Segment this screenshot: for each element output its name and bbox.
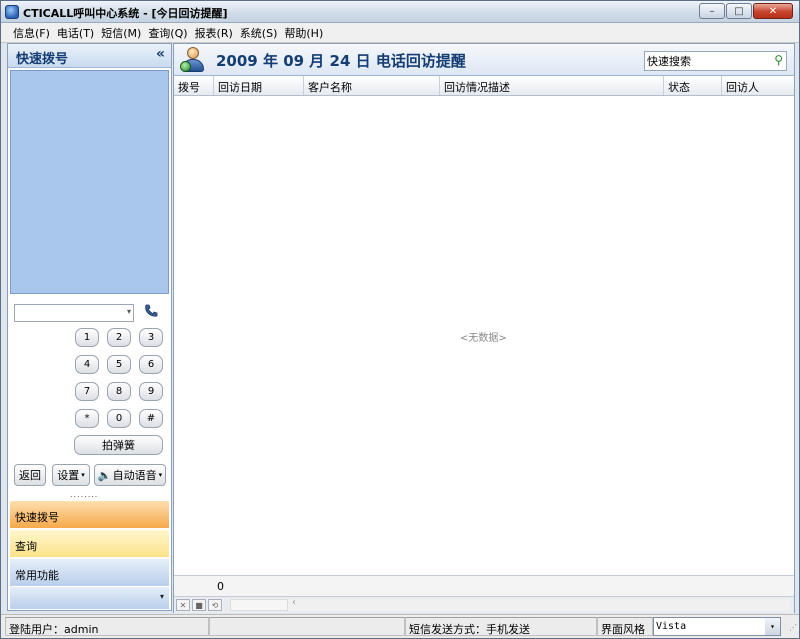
resize-grip-icon[interactable]: ⋰ xyxy=(789,623,797,632)
key-5[interactable]: 5 xyxy=(107,355,131,374)
maximize-button[interactable]: □ xyxy=(726,3,752,19)
grid-navigator: ✕ ■ ⟲ ‹ xyxy=(174,596,794,613)
chevron-down-icon: ▾ xyxy=(158,471,163,479)
key-7[interactable]: 7 xyxy=(75,382,99,401)
nav-common-functions[interactable]: 常用功能 xyxy=(10,558,169,586)
chevron-down-icon[interactable]: ▾ xyxy=(765,618,780,635)
status-spacer xyxy=(209,617,405,636)
stop-icon[interactable]: ■ xyxy=(192,599,206,611)
key-1[interactable]: 1 xyxy=(75,328,99,347)
search-icon[interactable]: ⚲ xyxy=(774,53,783,67)
dial-number-combo[interactable]: ▾ xyxy=(14,304,134,322)
chevron-down-icon: ▾ xyxy=(81,471,85,479)
hook-flash-button[interactable]: 拍弹簧 xyxy=(74,435,163,455)
chevron-down-icon[interactable]: ▾ xyxy=(127,307,131,316)
back-button[interactable]: 返回 xyxy=(14,464,46,486)
key-8[interactable]: 8 xyxy=(107,382,131,401)
menu-report[interactable]: 报表(R) xyxy=(195,25,233,41)
data-grid[interactable]: <无数据> xyxy=(174,97,794,575)
page-title: 2009 年 09 月 24 日 电话回访提醒 xyxy=(216,52,466,70)
quick-dial-header: 快速拨号 « xyxy=(8,44,171,68)
skin-label: 界面风格 xyxy=(597,617,653,636)
auto-voice-button[interactable]: 🔈 自动语音 ▾ xyxy=(94,464,166,486)
menu-sms[interactable]: 短信(M) xyxy=(101,25,141,41)
main-header: 2009 年 09 月 24 日 电话回访提醒 ⚲ xyxy=(174,44,794,76)
scrollbar-thumb[interactable] xyxy=(230,599,288,611)
minimize-button[interactable]: – xyxy=(699,3,725,19)
column-customer-name[interactable]: 客户名称 xyxy=(304,76,440,95)
empty-grid-text: <无数据> xyxy=(460,333,507,344)
status-bar: 登陆用户：admin 短信发送方式：手机发送 界面风格 Vista ▾ ⋰ xyxy=(1,614,799,638)
title-bar[interactable]: CTICALL呼叫中心系统 - [今日回访提醒] – □ ✕ xyxy=(1,1,799,23)
key-0[interactable]: 0 xyxy=(107,409,131,428)
quick-search-box[interactable]: ⚲ xyxy=(644,51,787,71)
menu-query[interactable]: 查询(Q) xyxy=(148,25,187,41)
record-count: 0 xyxy=(217,580,224,593)
column-callback-description[interactable]: 回访情况描述 xyxy=(440,76,664,95)
quick-dial-panel: 快速拨号 « ▾ 1 2 3 4 5 6 7 8 9 * 0 # 拍弹簧 返回 … xyxy=(7,43,172,611)
window-title: CTICALL呼叫中心系统 - [今日回访提醒] xyxy=(23,7,228,20)
nav-quick-dial[interactable]: 快速拨号 xyxy=(10,500,169,528)
collapse-icon[interactable]: « xyxy=(156,46,165,62)
scroll-left-icon[interactable]: ‹ xyxy=(292,597,296,608)
menu-info[interactable]: 信息(F) xyxy=(13,25,50,41)
app-icon xyxy=(5,5,19,19)
window-controls: – □ ✕ xyxy=(699,3,793,19)
column-callback-date[interactable]: 回访日期 xyxy=(214,76,304,95)
skin-select[interactable]: Vista ▾ xyxy=(653,617,781,636)
phone-icon[interactable] xyxy=(143,303,159,323)
nav-query[interactable]: 查询 xyxy=(10,529,169,557)
auto-voice-label: 自动语音 xyxy=(112,469,157,482)
menu-system[interactable]: 系统(S) xyxy=(240,25,278,41)
key-6[interactable]: 6 xyxy=(139,355,163,374)
key-hash[interactable]: # xyxy=(139,409,163,428)
menu-phone[interactable]: 电话(T) xyxy=(57,25,94,41)
grid-header: 拨号 回访日期 客户名称 回访情况描述 状态 回访人 xyxy=(174,76,794,96)
quick-dial-list[interactable] xyxy=(10,70,169,294)
close-button[interactable]: ✕ xyxy=(753,3,793,19)
search-input[interactable] xyxy=(645,52,769,70)
key-9[interactable]: 9 xyxy=(139,382,163,401)
chevron-down-icon[interactable]: ▾ xyxy=(160,592,164,601)
horizontal-scrollbar[interactable]: ‹ xyxy=(230,597,790,611)
key-star[interactable]: * xyxy=(75,409,99,428)
key-3[interactable]: 3 xyxy=(139,328,163,347)
grid-footer: 0 xyxy=(174,575,794,596)
key-2[interactable]: 2 xyxy=(107,328,131,347)
settings-label: 设置 xyxy=(57,469,80,482)
column-callback-person[interactable]: 回访人 xyxy=(722,76,794,95)
panel-splitter[interactable]: ........ xyxy=(70,490,98,499)
login-user-status: 登陆用户：admin xyxy=(5,617,209,636)
nav-overflow-bar[interactable]: ▾ xyxy=(10,587,169,609)
menu-bar: 信息(F) 电话(T) 短信(M) 查询(Q) 报表(R) 系统(S) 帮助(H… xyxy=(1,23,799,43)
refresh-icon[interactable]: ⟲ xyxy=(208,599,222,611)
menu-help[interactable]: 帮助(H) xyxy=(284,25,323,41)
column-dial[interactable]: 拨号 xyxy=(174,76,214,95)
key-4[interactable]: 4 xyxy=(75,355,99,374)
cancel-icon[interactable]: ✕ xyxy=(176,599,190,611)
sms-mode-status: 短信发送方式：手机发送 xyxy=(405,617,597,636)
skin-value: Vista xyxy=(656,621,687,632)
speaker-icon: 🔈 xyxy=(97,468,112,482)
quick-dial-title: 快速拨号 xyxy=(16,52,69,67)
app-window: CTICALL呼叫中心系统 - [今日回访提醒] – □ ✕ 信息(F) 电话(… xyxy=(0,0,800,639)
column-status[interactable]: 状态 xyxy=(664,76,722,95)
user-globe-icon xyxy=(180,47,206,73)
settings-button[interactable]: 设置 ▾ xyxy=(52,464,90,486)
callback-reminder-panel: 2009 年 09 月 24 日 电话回访提醒 ⚲ 拨号 回访日期 客户名称 回… xyxy=(173,43,795,613)
